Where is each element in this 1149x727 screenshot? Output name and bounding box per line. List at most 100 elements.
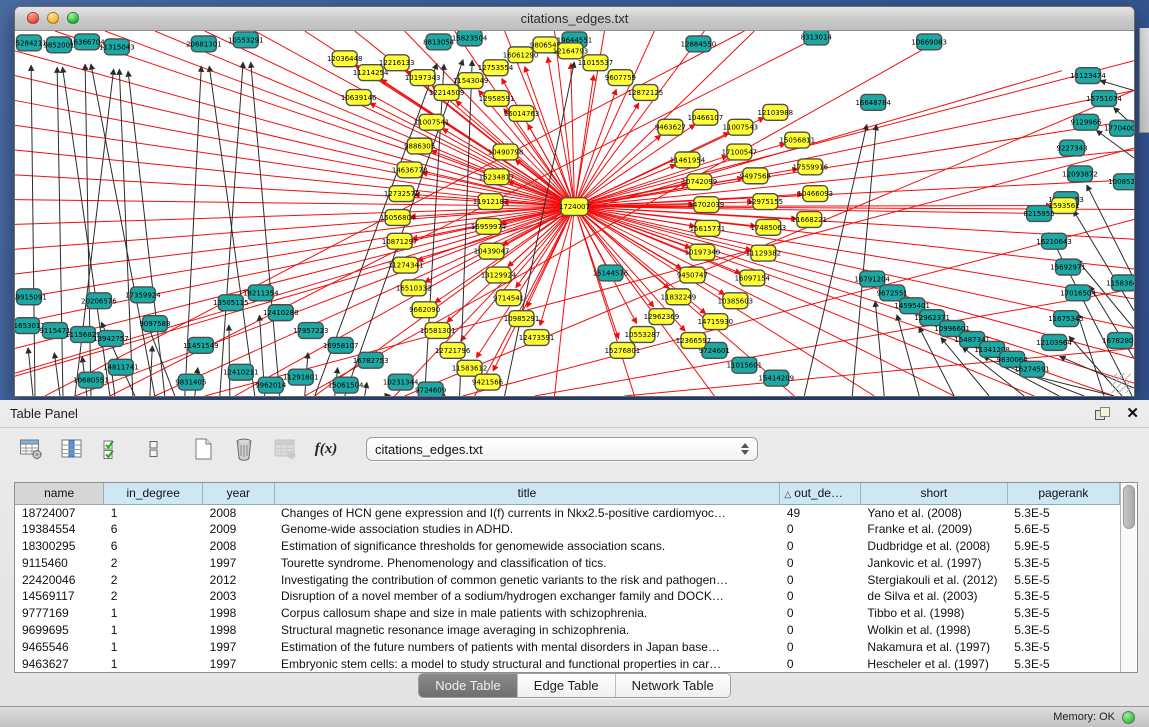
table-cell[interactable]: 6 (104, 538, 203, 555)
table-cell[interactable]: 0 (780, 554, 861, 571)
table-cell[interactable]: Nakamura et al. (1997) (860, 638, 1007, 655)
graph-node[interactable]: 1593561 (1049, 198, 1080, 214)
new-column-icon[interactable] (190, 436, 216, 462)
table-cell[interactable]: 0 (780, 605, 861, 622)
table-cell[interactable]: Hescheler et al. (1997) (860, 655, 1007, 672)
table-cell[interactable]: 1 (104, 605, 203, 622)
float-panel-icon[interactable] (1095, 407, 1110, 420)
graph-node[interactable]: 14702039 (689, 197, 725, 213)
table-cell[interactable]: 1 (104, 504, 203, 521)
graph-node[interactable]: 10669083 (911, 34, 947, 50)
graph-node[interactable]: 12036448 (327, 51, 363, 67)
window-titlebar[interactable]: citations_edges.txt (15, 7, 1134, 31)
graph-node[interactable]: 9129966 (1071, 114, 1102, 130)
graph-node[interactable]: 12721796 (435, 342, 471, 358)
graph-node[interactable]: 12093872 (1062, 166, 1098, 182)
table-cell[interactable]: Tourette syndrome. Phenomenology and cla… (274, 554, 780, 571)
table-cell[interactable]: 2009 (203, 521, 274, 538)
graph-node[interactable]: 11583647 (1106, 275, 1134, 291)
graph-node[interactable]: 10197343 (405, 70, 441, 86)
graph-node[interactable]: 8813054 (423, 34, 455, 50)
table-cell[interactable]: Disruption of a novel member of a sodium… (274, 588, 780, 605)
table-cell[interactable]: 2 (104, 554, 203, 571)
table-cell[interactable]: Embryonic stem cells: a model to study s… (274, 655, 780, 672)
table-cell[interactable]: Tibbo et al. (1998) (860, 605, 1007, 622)
graph-node[interactable]: 19915091 (15, 289, 47, 305)
table-cell[interactable]: 2008 (203, 504, 274, 521)
graph-node[interactable]: 9831405 (175, 374, 206, 390)
graph-node[interactable]: 20681301 (186, 36, 222, 52)
table-row[interactable]: 977716911998Corpus callosum shape and si… (15, 605, 1120, 622)
graph-node[interactable]: 16510332 (396, 280, 432, 296)
zoom-window-button[interactable] (67, 12, 79, 24)
table-cell[interactable]: 0 (780, 588, 861, 605)
column-header-year[interactable]: year (203, 483, 274, 504)
graph-node[interactable]: 15056811 (780, 132, 816, 148)
delete-table-icon[interactable] (272, 436, 298, 462)
table-cell[interactable]: 5.5E-5 (1007, 571, 1119, 588)
table-cell[interactable]: 5.3E-5 (1007, 622, 1119, 639)
table-cell[interactable]: Franke et al. (2009) (860, 521, 1007, 538)
table-cell[interactable]: Estimation of the future numbers of pati… (274, 638, 780, 655)
graph-node[interactable]: 10985291 (504, 311, 540, 327)
graph-node[interactable]: 15615771 (690, 220, 726, 236)
table-cell[interactable]: Wolkin et al. (1998) (860, 622, 1007, 639)
graph-node[interactable]: 9497568 (740, 168, 771, 184)
graph-node[interactable]: 14636778 (392, 162, 428, 178)
graph-node[interactable]: 12962369 (644, 309, 680, 325)
graph-node[interactable]: 15234817 (479, 169, 515, 185)
table-cell[interactable]: Dudbridge et al. (2008) (860, 538, 1007, 555)
graph-node[interactable]: 9450747 (677, 267, 708, 283)
graph-node[interactable]: 9607759 (605, 70, 636, 86)
graph-node[interactable]: 15061504 (328, 377, 364, 393)
column-header-short[interactable]: short (860, 483, 1007, 504)
table-cell[interactable]: Changes of HCN gene expression and I(f) … (274, 504, 780, 521)
graph-node[interactable]: 16782753 (353, 352, 389, 368)
table-row[interactable]: 969969511998Structural magnetic resonanc… (15, 622, 1120, 639)
graph-node[interactable]: 9886305 (404, 138, 435, 154)
graph-node[interactable]: 15414209 (759, 370, 795, 386)
graph-node[interactable]: 12164793 (553, 43, 589, 59)
table-cell[interactable]: 14569117 (15, 588, 104, 605)
graph-node[interactable]: 10197340 (685, 244, 721, 260)
graph-node[interactable]: 14715930 (698, 314, 734, 330)
graph-node[interactable]: 9724609 (415, 382, 446, 396)
table-cell[interactable]: 19384554 (15, 521, 104, 538)
graph-node[interactable]: 1724007 (559, 198, 590, 216)
graph-node[interactable]: 18211354 (243, 285, 279, 301)
table-cell[interactable]: Structural magnetic resonance image aver… (274, 622, 780, 639)
table-row[interactable]: 946362711997Embryonic stem cells: a mode… (15, 655, 1120, 672)
table-scrollbar[interactable] (1120, 483, 1137, 672)
table-cell[interactable]: 0 (780, 521, 861, 538)
table-cell[interactable]: 1998 (203, 622, 274, 639)
table-cell[interactable]: 0 (780, 538, 861, 555)
graph-node[interactable]: 17016504 (1060, 285, 1096, 301)
table-row[interactable]: 1830029562008Estimation of significance … (15, 538, 1120, 555)
graph-node[interactable]: 12216133 (379, 55, 415, 71)
table-row[interactable]: 946554611997Estimation of the future num… (15, 638, 1120, 655)
graph-node[interactable]: 16210643 (1036, 233, 1072, 249)
table-cell[interactable]: Stergiakouli et al. (2012) (860, 571, 1007, 588)
table-row[interactable]: 2242004622012Investigating the contribut… (15, 571, 1120, 588)
graph-node[interactable]: 9227343 (1057, 140, 1088, 156)
graph-node[interactable]: 11007541 (414, 114, 450, 130)
column-header-name[interactable]: name (15, 483, 104, 504)
row-height-icon[interactable] (141, 436, 167, 462)
graph-node[interactable]: 12103988 (758, 104, 794, 120)
graph-node[interactable]: 10085291 (1108, 174, 1134, 190)
column-header-pagerank[interactable]: pagerank (1007, 483, 1119, 504)
table-cell[interactable]: 1 (104, 622, 203, 639)
table-cell[interactable]: Corpus callosum shape and size in male p… (274, 605, 780, 622)
graph-node[interactable]: 11015537 (578, 55, 614, 71)
graph-node[interactable]: 11451549 (183, 337, 219, 353)
graph-node[interactable]: 12753554 (478, 60, 514, 76)
table-cell[interactable]: 1997 (203, 655, 274, 672)
table-cell[interactable]: Estimation of significance thresholds fo… (274, 538, 780, 555)
close-window-button[interactable] (27, 12, 39, 24)
graph-node[interactable]: 17957223 (293, 323, 329, 339)
graph-node[interactable]: 11274341 (388, 257, 424, 273)
table-cell[interactable]: Yano et al. (2008) (860, 504, 1007, 521)
column-header-title[interactable]: title (274, 483, 780, 504)
graph-node[interactable]: 10742099 (682, 174, 718, 190)
graph-node[interactable]: 12975155 (748, 194, 784, 210)
